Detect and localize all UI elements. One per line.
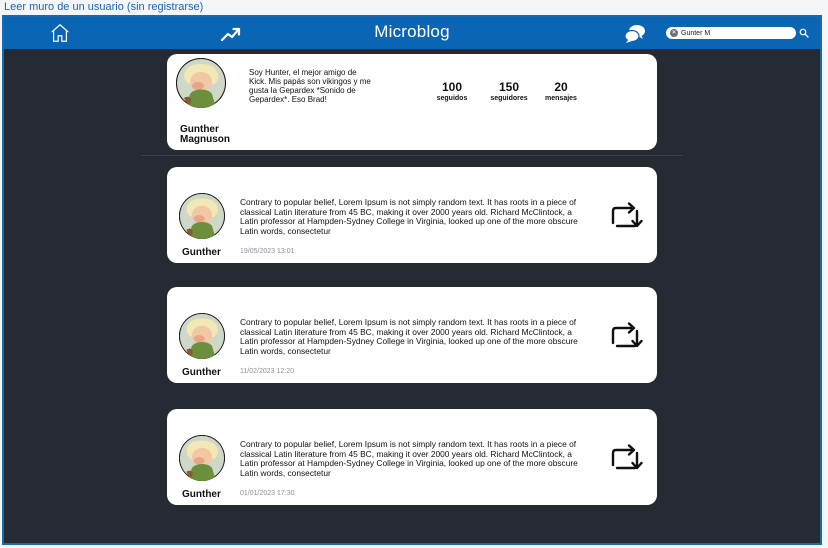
post-author[interactable]: Gunther xyxy=(182,247,221,258)
post-author[interactable]: Gunther xyxy=(182,489,221,500)
section-divider xyxy=(141,155,683,156)
post-text: Contrary to popular belief, Lorem Ipsum … xyxy=(240,197,578,236)
app-window: Microblog ✕ Gunter M Gunther Magnuson So… xyxy=(2,15,822,545)
profile-name: Gunther Magnuson xyxy=(180,124,230,145)
stat-messages-label: mensajes xyxy=(545,95,577,102)
profile-card: Gunther Magnuson Soy Hunter, el mejor am… xyxy=(167,54,657,150)
post-text: Contrary to popular belief, Lorem Ipsum … xyxy=(240,439,578,478)
repost-icon[interactable] xyxy=(607,443,643,475)
search-box[interactable]: ✕ xyxy=(666,27,796,39)
top-navigation-bar: Microblog ✕ xyxy=(4,17,820,49)
stat-messages-value: 20 xyxy=(554,80,568,94)
post-date: 01/01/2023 17:30 xyxy=(240,490,295,497)
search-input[interactable] xyxy=(681,27,786,39)
post-date: 11/02/2023 12:20 xyxy=(240,368,294,375)
post-date: 19/05/2023 13:01 xyxy=(240,248,295,255)
post-author[interactable]: Gunther xyxy=(182,367,221,378)
repost-icon[interactable] xyxy=(607,201,643,233)
profile-avatar[interactable] xyxy=(176,58,226,108)
chat-icon[interactable] xyxy=(624,24,646,44)
stat-followers[interactable]: 150 seguidores xyxy=(486,81,532,103)
stat-messages[interactable]: 20 mensajes xyxy=(543,81,579,103)
stat-followers-label: seguidores xyxy=(490,95,528,102)
post-avatar[interactable] xyxy=(179,313,225,359)
clear-icon[interactable]: ✕ xyxy=(670,29,678,37)
post-card: Gunther Contrary to popular belief, Lore… xyxy=(167,409,657,505)
profile-bio: Soy Hunter, el mejor amigo de Kick. Mis … xyxy=(249,68,371,104)
post-avatar[interactable] xyxy=(179,435,225,481)
repost-icon[interactable] xyxy=(607,321,643,353)
search-icon[interactable] xyxy=(799,28,809,38)
post-card: Gunther Contrary to popular belief, Lore… xyxy=(167,287,657,383)
stat-following-label: seguidos xyxy=(436,95,468,102)
post-card: Gunther Contrary to popular belief, Lore… xyxy=(167,167,657,263)
post-text: Contrary to popular belief, Lorem Ipsum … xyxy=(240,317,578,356)
post-avatar[interactable] xyxy=(179,193,225,239)
stat-followers-value: 150 xyxy=(498,80,520,94)
page-caption: Leer muro de un usuario (sin registrarse… xyxy=(4,1,204,13)
stat-following-value: 100 xyxy=(441,80,463,94)
stat-following[interactable]: 100 seguidos xyxy=(433,81,471,103)
